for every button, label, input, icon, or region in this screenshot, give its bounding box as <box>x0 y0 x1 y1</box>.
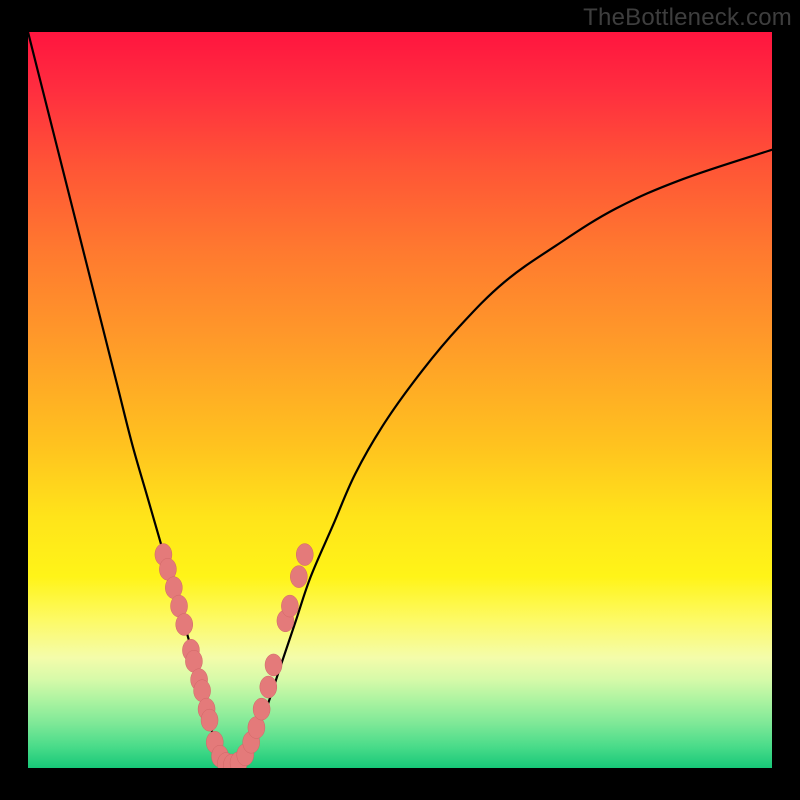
data-marker <box>265 654 282 676</box>
chart-frame <box>0 0 800 800</box>
data-marker <box>281 595 298 617</box>
data-marker <box>253 698 270 720</box>
data-markers <box>155 544 313 768</box>
data-marker <box>176 613 193 635</box>
data-marker <box>260 676 277 698</box>
chart-svg <box>28 32 772 768</box>
data-marker <box>201 709 218 731</box>
data-marker <box>296 544 313 566</box>
data-marker <box>290 566 307 588</box>
bottleneck-curve <box>28 32 772 766</box>
